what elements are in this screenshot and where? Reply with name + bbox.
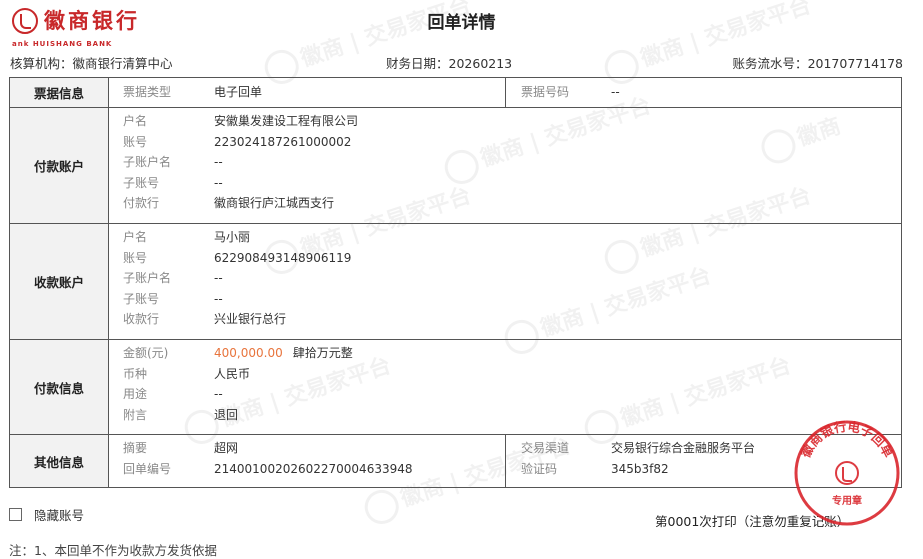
currency-value: 人民币 bbox=[214, 366, 251, 381]
official-seal-icon: 徽商银行电子回单 专用章 bbox=[794, 419, 900, 526]
channel-value: 交易银行综合金融服务平台 bbox=[611, 441, 756, 455]
bill-info-row: 票据信息 票据类型 电子回单 票据号码 -- bbox=[9, 77, 902, 108]
bill-type-value: 电子回单 bbox=[214, 85, 263, 99]
payer-account-row: 付款账户 户名 安徽巢发建设工程有限公司 账号 223024187261000002… bbox=[9, 107, 902, 224]
payer-account-no-row: 账号 223024187261000002 bbox=[109, 132, 901, 153]
payer-account-heading: 付款账户 bbox=[9, 107, 109, 224]
page-title: 回单详情 bbox=[427, 13, 496, 33]
receipt-no-row: 回单编号 21400100202602270004633948 验证码 345b… bbox=[109, 459, 901, 480]
remark-row: 附言 退回 bbox=[109, 405, 901, 426]
payer-sub-no-row: 子账号 -- bbox=[123, 175, 223, 190]
bank-name-en: ank HUISHANG BANK bbox=[12, 40, 113, 48]
receipt-meta: 核算机构：徽商银行清算中心 财务日期：20260213 账务流水号：201707… bbox=[10, 53, 903, 71]
seal-subtext: 专用章 bbox=[832, 494, 862, 507]
payee-name-row: 户名 马小丽 bbox=[109, 227, 901, 248]
bill-no-label: 票据号码 bbox=[521, 85, 570, 99]
payer-bank-row: 付款行 徽商银行庐江城西支行 bbox=[109, 193, 901, 214]
hide-account-toggle[interactable]: 隐藏账号 bbox=[9, 505, 84, 524]
seal-text: 徽商银行电子回单 bbox=[797, 419, 896, 461]
payee-account-no-row: 账号 622908493148906119 bbox=[109, 248, 901, 269]
hide-account-label: 隐藏账号 bbox=[34, 508, 85, 523]
purpose-row: 用途 -- bbox=[123, 387, 223, 401]
accounting-org: 核算机构：徽商银行清算中心 bbox=[10, 56, 173, 71]
finance-date: 财务日期：20260213 bbox=[386, 56, 513, 71]
summary-value: 超网 bbox=[214, 441, 239, 455]
payer-name: 安徽巢发建设工程有限公司 bbox=[214, 114, 359, 128]
payee-name: 马小丽 bbox=[214, 230, 251, 244]
payee-sub-no-row: 子账号 -- bbox=[123, 291, 223, 306]
remark-value: 退回 bbox=[214, 407, 239, 422]
receipt-table: 票据信息 票据类型 电子回单 票据号码 -- 付款账户 户名 安徽巢发建设工程有限… bbox=[9, 77, 902, 488]
amount-row: 金额(元) 400,000.00 肆拾万元整 bbox=[123, 346, 353, 360]
verify-code-value: 345b3f82 bbox=[611, 461, 669, 476]
hide-account-checkbox[interactable] bbox=[9, 508, 22, 521]
bill-no-value: -- bbox=[611, 85, 620, 99]
payer-account-no: 223024187261000002 bbox=[214, 134, 352, 149]
serial-number: 账务流水号：201707714178 bbox=[732, 56, 903, 71]
payer-name-row: 户名 安徽巢发建设工程有限公司 bbox=[109, 111, 901, 132]
bill-info-heading: 票据信息 bbox=[9, 77, 109, 108]
other-info-heading: 其他信息 bbox=[9, 434, 109, 488]
receipt-no-value: 21400100202602270004633948 bbox=[214, 461, 413, 476]
payee-account-row: 收款账户 户名 马小丽 账号 622908493148906119 子账户名 -- 子… bbox=[9, 223, 902, 340]
payment-info-heading: 付款信息 bbox=[9, 339, 109, 435]
svg-text:徽商银行电子回单: 徽商银行电子回单 bbox=[797, 419, 896, 461]
payment-info-row: 付款信息 金额(元) 400,000.00 肆拾万元整 币种 人民币 用途 -- 附言… bbox=[9, 339, 902, 435]
payee-sub-name-row: 子账户名 -- bbox=[123, 271, 223, 285]
payee-bank-row: 收款行 兴业银行总行 bbox=[109, 309, 901, 330]
payee-account-heading: 收款账户 bbox=[9, 223, 109, 340]
bill-type-label: 票据类型 bbox=[123, 85, 172, 99]
payer-bank: 徽商银行庐江城西支行 bbox=[214, 196, 335, 210]
payee-account-no: 622908493148906119 bbox=[214, 250, 352, 265]
payee-bank: 兴业银行总行 bbox=[214, 312, 287, 326]
payer-sub-name-row: 子账户名 -- bbox=[123, 155, 223, 169]
summary-row: 摘要 超网 交易渠道 交易银行综合金融服务平台 bbox=[109, 438, 901, 459]
currency-row: 币种 人民币 bbox=[109, 364, 901, 385]
amount-value: 400,000.00 bbox=[214, 346, 283, 360]
amount-capital: 肆拾万元整 bbox=[292, 346, 353, 360]
other-info-row: 其他信息 摘要 超网 交易渠道 交易银行综合金融服务平台 回单编号 214001… bbox=[9, 434, 902, 488]
